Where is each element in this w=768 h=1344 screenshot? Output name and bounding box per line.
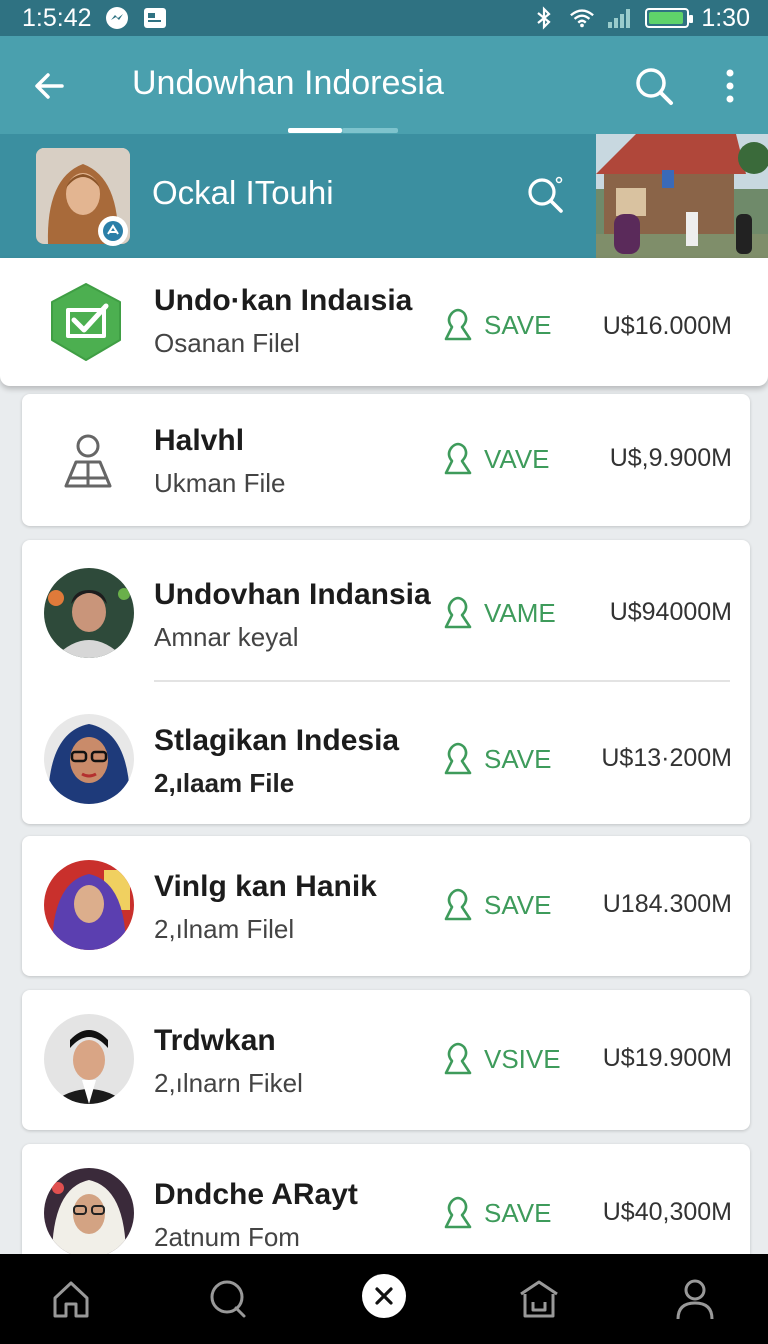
item-subtitle: 2,ılnam Filel <box>154 914 295 944</box>
user-avatar <box>44 1014 134 1104</box>
shield-check-icon <box>44 280 128 364</box>
item-subtitle: Osanan Filel <box>154 328 300 358</box>
status-bar: 1:5:42 1:30 <box>0 0 768 36</box>
profile-icon[interactable] <box>672 1276 718 1322</box>
item-title: Undovhan Indansia <box>154 578 431 611</box>
list-item[interactable]: Undovhan Indansia Amnar keyal VAME U$940… <box>22 548 750 678</box>
profile-header[interactable]: Ockal ITouhi <box>0 134 768 258</box>
list-item[interactable]: Trdwkan 2,ılnarn Fikel VSIVE U$19.900M <box>22 994 750 1124</box>
status-time: 1:5:42 <box>22 3 92 32</box>
item-title: Undo·kan Indaısia <box>154 284 413 317</box>
save-label: VAVE <box>484 443 550 474</box>
list-card: Trdwkan 2,ılnarn Fikel VSIVE U$19.900M <box>22 990 750 1130</box>
item-title: Halvhl <box>154 424 245 457</box>
signal-icon <box>607 5 633 31</box>
list-card: Vinlg kan Hanik 2,ılnam Filel SAVE U184.… <box>22 836 750 976</box>
item-subtitle: 2atnum Fom <box>154 1222 300 1252</box>
item-subtitle: 2,ılnarn Fikel <box>154 1068 303 1098</box>
user-avatar <box>44 1168 134 1258</box>
status-right: 1:30 <box>531 4 750 33</box>
street-photo <box>596 134 768 258</box>
back-arrow-icon[interactable] <box>28 64 72 108</box>
save-label: SAVE <box>484 309 552 340</box>
item-price: U$13·200M <box>601 744 732 772</box>
bottom-navigation <box>0 1254 768 1344</box>
list-card: Halvhl Ukman File VAVE U$,9.900M <box>22 394 750 526</box>
list-card: Undo·kan Indaısia Osanan Filel SAVE U$16… <box>0 258 768 386</box>
tab-indicator-secondary <box>342 128 398 133</box>
item-price: U184.300M <box>602 890 732 918</box>
save-button[interactable]: SAVE <box>442 888 551 922</box>
profile-name: Ockal ITouhi <box>152 174 334 211</box>
user-avatar <box>44 860 134 950</box>
gallery-icon <box>142 5 168 31</box>
status-left: 1:5:42 <box>22 4 168 33</box>
item-price: U$16.000M <box>602 312 732 340</box>
list-item[interactable]: Vinlg kan Hanik 2,ılnam Filel SAVE U184.… <box>22 840 750 970</box>
tab-indicator <box>288 128 342 133</box>
item-title: Stlagikan Indesia <box>154 724 400 757</box>
bluetooth-icon <box>531 5 557 31</box>
store-icon[interactable] <box>516 1276 562 1322</box>
verified-badge-icon <box>98 216 128 246</box>
item-title: Vinlg kan Hanik <box>154 870 377 903</box>
home-icon[interactable] <box>48 1276 94 1322</box>
item-price: U$19.900M <box>602 1044 732 1072</box>
save-button[interactable]: SAVE <box>442 308 551 342</box>
save-label: SAVE <box>484 1197 552 1228</box>
user-avatar <box>44 568 134 658</box>
app-bar: Undowhan Indoresia <box>0 36 768 134</box>
messenger-icon <box>104 5 130 31</box>
more-vert-icon[interactable] <box>712 64 748 108</box>
save-button[interactable]: VSIVE <box>442 1042 561 1076</box>
save-label: SAVE <box>484 889 552 920</box>
list-item[interactable]: Stlagikan Indesia 2,ılaam File SAVE U$13… <box>22 694 750 824</box>
item-title: Trdwkan <box>154 1024 276 1057</box>
item-subtitle: Ukman File <box>154 468 286 498</box>
page-title: Undowhan Indoresia <box>132 64 444 102</box>
list-card: Undovhan Indansia Amnar keyal VAME U$940… <box>22 540 750 824</box>
battery-fill <box>649 12 684 24</box>
save-button[interactable]: SAVE <box>442 1196 551 1230</box>
row-divider <box>154 680 730 682</box>
list-item[interactable]: Halvhl Ukman File VAVE U$,9.900M <box>22 394 750 524</box>
item-subtitle: Amnar keyal <box>154 622 299 652</box>
status-time-right: 1:30 <box>701 3 750 32</box>
user-outline-icon <box>60 430 116 490</box>
close-icon[interactable] <box>362 1274 406 1318</box>
save-label: VSIVE <box>484 1043 561 1074</box>
battery-icon <box>645 8 694 28</box>
list-card: Dndche ARayt 2atnum Fom SAVE U$40,300M <box>22 1144 750 1258</box>
save-button[interactable]: VAVE <box>442 442 550 476</box>
item-subtitle: 2,ılaam File <box>154 768 295 798</box>
search-icon[interactable] <box>632 64 676 108</box>
item-price: U$40,300M <box>602 1198 732 1226</box>
save-button[interactable]: VAME <box>442 596 556 630</box>
save-label: VAME <box>484 597 556 628</box>
wifi-icon <box>569 5 595 31</box>
list-item[interactable]: Undo·kan Indaısia Osanan Filel SAVE U$16… <box>0 258 768 388</box>
profile-search-icon[interactable] <box>524 174 566 221</box>
save-label: SAVE <box>484 743 552 774</box>
item-price: U$94000M <box>609 598 732 626</box>
item-title: Dndche ARayt <box>154 1178 358 1211</box>
save-button[interactable]: SAVE <box>442 742 551 776</box>
chat-icon[interactable] <box>204 1276 250 1322</box>
user-avatar <box>44 714 134 804</box>
item-price: U$,9.900M <box>609 444 732 472</box>
